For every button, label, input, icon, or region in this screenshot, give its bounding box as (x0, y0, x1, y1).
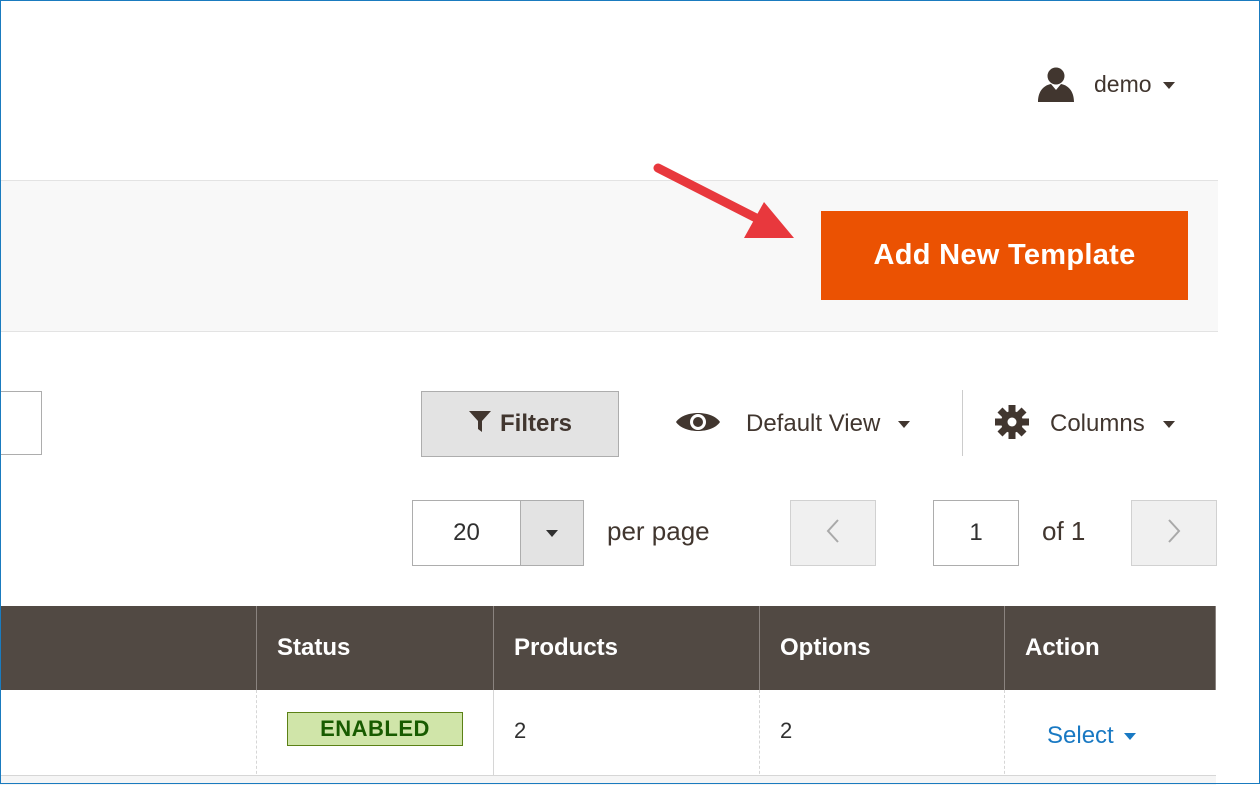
annotation-arrow-icon (653, 163, 794, 238)
chevron-down-icon (1162, 420, 1175, 428)
previous-page-button[interactable] (790, 500, 876, 566)
chevron-down-icon (546, 529, 558, 537)
chevron-left-icon (826, 518, 840, 549)
toolbar-divider (962, 390, 963, 456)
user-account-menu[interactable]: demo (1036, 66, 1175, 102)
user-icon (1036, 66, 1076, 102)
cell-options: 2 (759, 690, 1005, 784)
options-count: 2 (780, 718, 793, 743)
chevron-right-icon (1167, 518, 1181, 549)
column-header-options[interactable]: Options (759, 606, 1005, 690)
search-input[interactable] (0, 391, 42, 455)
eye-icon (674, 408, 722, 441)
cell-action: Select (1004, 690, 1216, 784)
filters-label: Filters (499, 410, 573, 437)
chevron-down-icon (1123, 732, 1136, 740)
funnel-icon (468, 409, 500, 440)
chevron-down-icon (898, 420, 911, 428)
products-count: 2 (514, 718, 527, 743)
add-new-template-button[interactable]: Add New Template (821, 211, 1188, 300)
per-page-label: per page (607, 516, 710, 546)
column-header-action: Action (1004, 606, 1216, 690)
column-header-status[interactable]: Status (256, 606, 494, 690)
select-label: Select (1047, 722, 1114, 749)
default-view-dropdown[interactable]: Default View (674, 406, 911, 442)
status-badge: ENABLED (287, 712, 463, 746)
cell-products: 2 (493, 690, 760, 784)
chevron-down-icon (1162, 81, 1175, 89)
cell-status: ENABLED (256, 690, 494, 784)
column-header-products[interactable]: Products (493, 606, 760, 690)
next-page-button[interactable] (1131, 500, 1217, 566)
page-number-input[interactable]: 1 (933, 500, 1019, 566)
columns-label: Columns (1050, 410, 1145, 437)
per-page-selector[interactable]: 20 (412, 500, 584, 566)
page-total-label: of 1 (1042, 516, 1086, 546)
select-action-dropdown[interactable]: Select (1047, 722, 1136, 750)
per-page-value[interactable]: 20 (413, 501, 520, 565)
per-page-toggle[interactable] (520, 501, 583, 565)
gear-icon (994, 404, 1030, 445)
view-label: Default View (746, 410, 881, 437)
columns-dropdown[interactable]: Columns (994, 404, 1175, 445)
user-name: demo (1094, 70, 1152, 97)
filters-button[interactable]: Filters (421, 391, 619, 457)
